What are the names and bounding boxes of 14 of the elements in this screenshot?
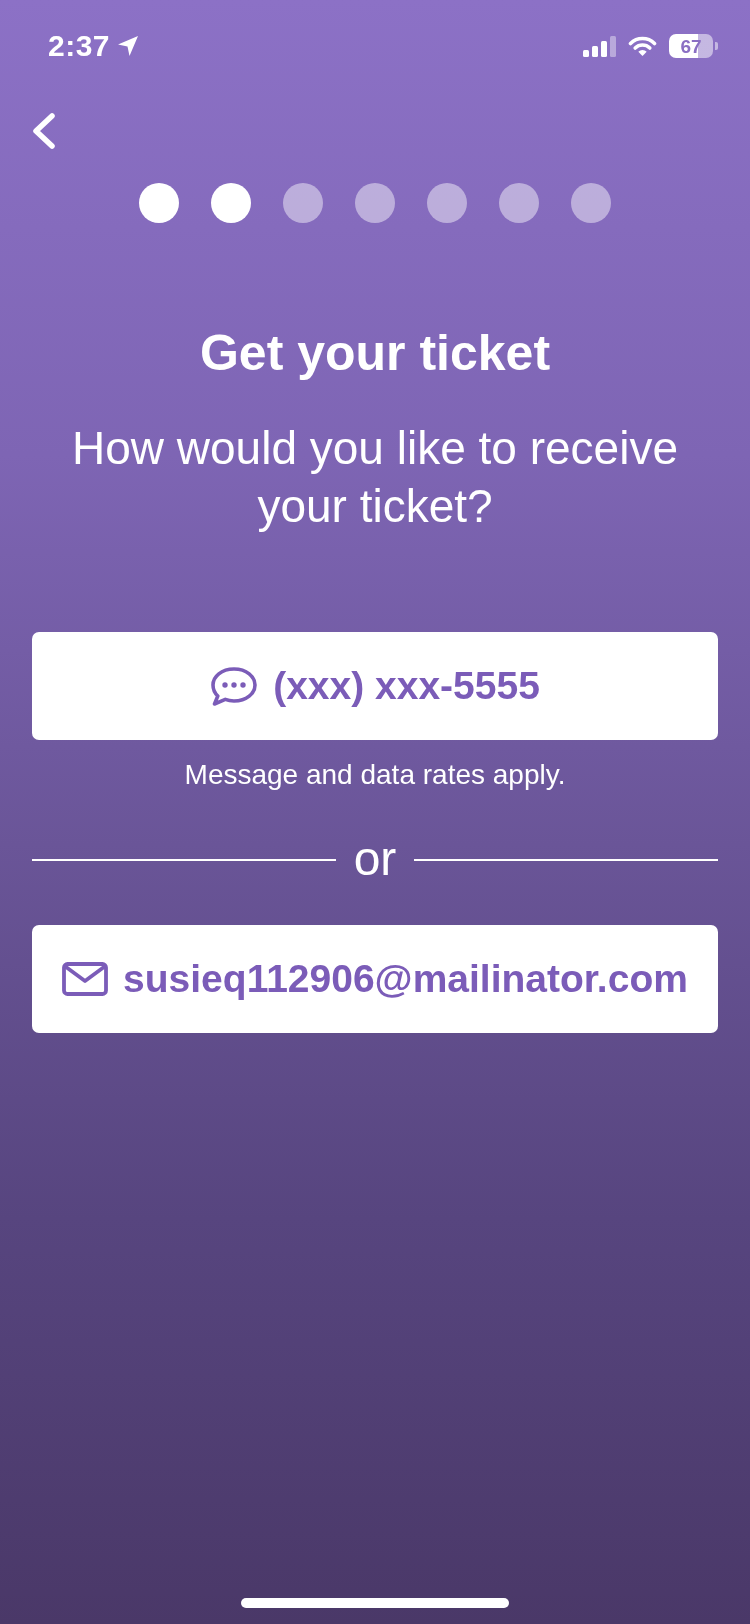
location-arrow-icon xyxy=(117,35,140,57)
envelope-icon xyxy=(62,962,109,996)
text-message-button[interactable]: (xxx) xxx-5555 xyxy=(32,632,718,740)
signal-icon xyxy=(583,35,616,57)
email-button[interactable]: susieq112906@mailinator.com xyxy=(32,925,718,1033)
rates-note: Message and data rates apply. xyxy=(184,759,566,791)
status-time: 2:37 xyxy=(48,29,111,63)
chat-bubble-icon xyxy=(210,665,259,707)
battery-indicator: 67 xyxy=(669,34,718,58)
wifi-icon xyxy=(628,35,657,57)
chevron-left-icon xyxy=(30,112,57,150)
page-subtitle: How would you like to receive your ticket? xyxy=(71,421,679,534)
page-title: Get your ticket xyxy=(199,324,551,382)
divider-label: or xyxy=(353,831,397,887)
